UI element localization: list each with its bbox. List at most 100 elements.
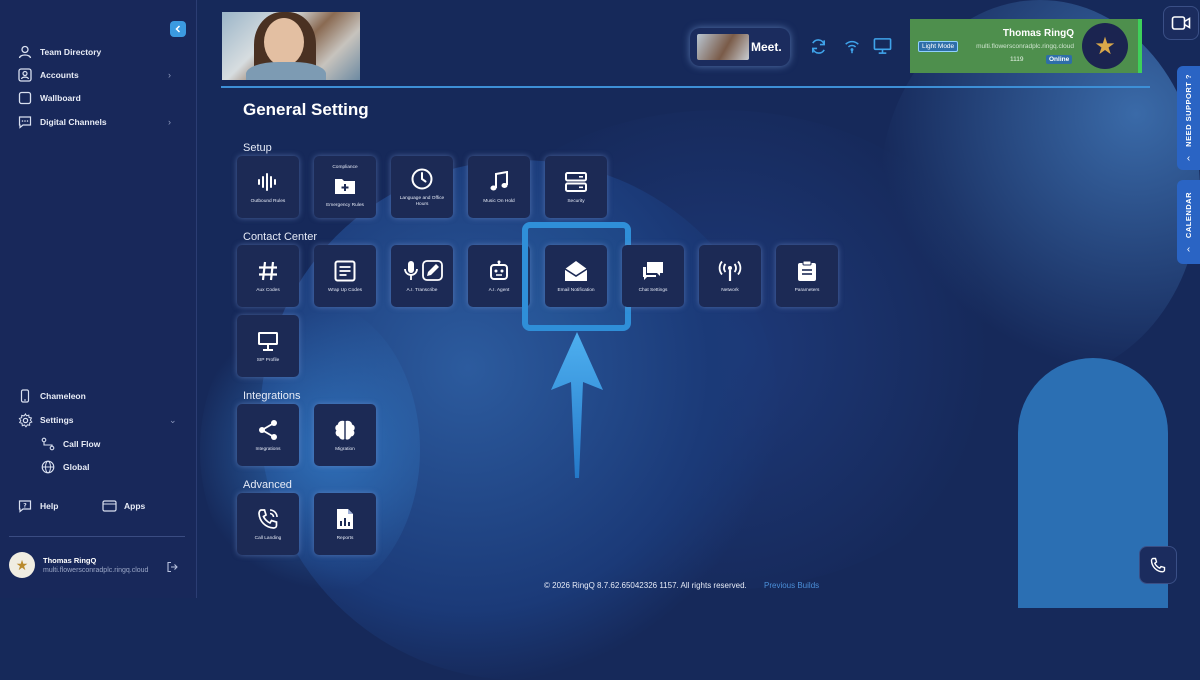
- banner-image: [222, 12, 360, 80]
- help-icon: ?: [17, 498, 33, 514]
- sidebar-item-label: Call Flow: [63, 438, 101, 449]
- avatar: ★: [9, 552, 35, 578]
- sidebar-subitem-call-flow[interactable]: Call Flow: [40, 436, 100, 451]
- user-icon: [17, 44, 33, 60]
- tile-wrap-up-codes[interactable]: Wrap Up Codes: [314, 245, 376, 307]
- sidebar-collapse-button[interactable]: [170, 21, 186, 37]
- document-list-icon: [332, 258, 358, 284]
- square-icon: [17, 90, 33, 106]
- tile-ai-transcribe[interactable]: A.I. Transcribe: [391, 245, 453, 307]
- sidebar-item-label: Digital Channels: [40, 117, 107, 127]
- video-call-button[interactable]: [1163, 6, 1199, 40]
- section-setup: Setup: [243, 142, 272, 154]
- tile-ai-agent[interactable]: A.I. Agent: [468, 245, 530, 307]
- tile-email-notification[interactable]: Email Notification: [545, 245, 607, 307]
- avatar[interactable]: ★: [1082, 23, 1128, 69]
- profile-name: Thomas RingQ: [1002, 28, 1074, 39]
- tile-label: Aux Codes: [256, 287, 280, 293]
- user-name: Thomas RingQ: [43, 556, 97, 565]
- sidebar-item-label: Team Directory: [40, 47, 102, 57]
- tile-label: SIP Profile: [256, 357, 280, 363]
- sidebar-subitem-global[interactable]: Global: [40, 459, 89, 474]
- chevron-right-icon[interactable]: ›: [168, 70, 171, 80]
- tile-label: Emergency Rules: [326, 202, 364, 208]
- tile-language-office-hours[interactable]: Language and Office Hours: [391, 156, 453, 218]
- profile-card[interactable]: Thomas RingQ Light Mode multi.flowerscon…: [910, 19, 1142, 73]
- refresh-icon[interactable]: [808, 36, 828, 56]
- sidebar-item-label: Chameleon: [40, 391, 86, 401]
- previous-builds-link[interactable]: Previous Builds: [764, 581, 819, 590]
- light-mode-badge[interactable]: Light Mode: [918, 41, 959, 52]
- sidebar-item-label: Global: [63, 461, 90, 472]
- tile-emergency-rules[interactable]: Compliance Emergency Rules: [314, 156, 376, 218]
- sidebar-item-label: Settings: [40, 415, 74, 425]
- page-title: General Setting: [243, 100, 369, 119]
- sidebar-item-settings[interactable]: Settings: [17, 412, 74, 428]
- tile-label: Email Notification: [557, 287, 595, 293]
- antenna-icon: [717, 258, 743, 284]
- profile-extension: 1119: [1010, 56, 1024, 63]
- wifi-icon[interactable]: [842, 36, 862, 56]
- meet-button[interactable]: Meet.: [690, 28, 790, 66]
- phone-dialer-button[interactable]: [1139, 546, 1177, 584]
- tile-label: Integrations: [255, 446, 281, 452]
- tile-parameters[interactable]: Parameters: [776, 245, 838, 307]
- meet-thumbnail: [697, 34, 749, 60]
- meet-label: Meet.: [751, 40, 782, 54]
- chevron-left-icon: ‹: [1186, 244, 1191, 256]
- sidebar-item-label: Help: [40, 501, 59, 511]
- sidebar-item-digital-channels[interactable]: Digital Channels: [17, 114, 107, 130]
- user-square-icon: [17, 67, 33, 83]
- tile-integrations[interactable]: Integrations: [237, 404, 299, 466]
- chat-icon: [17, 114, 33, 130]
- tile-network[interactable]: Network: [699, 245, 761, 307]
- tile-sip-profile[interactable]: SIP Profile: [237, 315, 299, 377]
- chevron-down-icon[interactable]: ⌄: [169, 415, 177, 426]
- tile-label: Call Landing: [254, 535, 282, 541]
- chevron-left-icon: ‹: [1186, 152, 1191, 164]
- status-badge[interactable]: Online: [1046, 55, 1073, 64]
- section-integrations: Integrations: [243, 390, 301, 402]
- logout-icon[interactable]: [166, 560, 178, 578]
- footer-copyright: © 2026 RingQ 8.7.62.65042326 1157. All r…: [544, 581, 747, 590]
- sidebar-item-wallboard[interactable]: Wallboard: [17, 90, 81, 106]
- chat-bubbles-icon: [640, 258, 666, 284]
- clock-icon: [409, 166, 435, 192]
- microphone-pencil-icon: [399, 258, 445, 284]
- user-domain: multi.flowersconradplc.ringq.cloud: [43, 567, 149, 574]
- tile-security[interactable]: Security: [545, 156, 607, 218]
- tile-call-landing[interactable]: Call Landing: [237, 493, 299, 555]
- sidebar-user: ★ Thomas RingQ multi.flowersconradplc.ri…: [9, 552, 148, 578]
- sidebar-item-accounts[interactable]: Accounts: [17, 67, 79, 83]
- section-advanced: Advanced: [243, 479, 292, 491]
- tile-migration[interactable]: Migration: [314, 404, 376, 466]
- monitor-icon[interactable]: [872, 36, 892, 56]
- divider: [9, 536, 185, 537]
- sidebar-item-chameleon[interactable]: Chameleon: [17, 388, 86, 404]
- sidebar: Team Directory Accounts › Wallboard Digi…: [0, 0, 197, 598]
- sidebar-item-help[interactable]: ? Help: [17, 498, 58, 514]
- chevron-right-icon[interactable]: ›: [168, 117, 171, 127]
- tile-sublabel: Compliance: [332, 164, 358, 170]
- sidebar-item-team-directory[interactable]: Team Directory: [17, 44, 101, 60]
- envelope-open-icon: [563, 258, 589, 284]
- background-blob: [200, 300, 420, 600]
- chevron-left-icon: [175, 25, 181, 33]
- brain-icon: [332, 417, 358, 443]
- tile-chat-settings[interactable]: Chat Settings: [622, 245, 684, 307]
- svg-text:?: ?: [23, 503, 27, 510]
- sidebar-item-apps[interactable]: Apps: [101, 498, 145, 514]
- tile-outbound-rules[interactable]: Outbound Rules: [237, 156, 299, 218]
- tile-label: Outbound Rules: [250, 198, 286, 204]
- tile-music-on-hold[interactable]: Music On Hold: [468, 156, 530, 218]
- hashtag-icon: [255, 258, 281, 284]
- gear-icon: [17, 412, 33, 428]
- need-support-tab[interactable]: NEED SUPPORT ? ‹: [1177, 66, 1200, 170]
- tile-reports[interactable]: Reports: [314, 493, 376, 555]
- calendar-tab[interactable]: CALENDAR ‹: [1177, 180, 1200, 264]
- clipboard-icon: [794, 258, 820, 284]
- phone-ringing-icon: [255, 506, 281, 532]
- tile-label: Music On Hold: [483, 198, 515, 204]
- flow-icon: [40, 436, 55, 451]
- tile-aux-codes[interactable]: Aux Codes: [237, 245, 299, 307]
